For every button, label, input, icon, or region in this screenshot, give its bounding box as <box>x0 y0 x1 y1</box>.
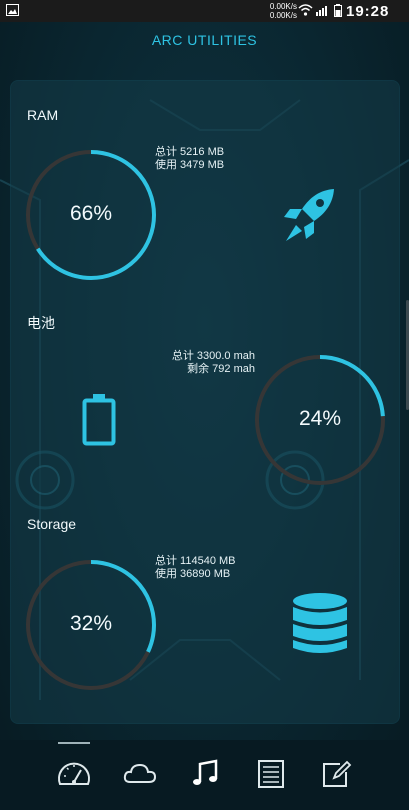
ram-percent: 66% <box>69 202 113 225</box>
battery-status-icon <box>334 4 342 17</box>
download-speed: 0.00K/s <box>269 11 297 20</box>
clock: 19:28 <box>346 3 390 20</box>
battery-percent: 24% <box>298 407 342 430</box>
status-bar: 0.00K/s 0.00K/s 19:28 <box>0 0 409 22</box>
storage-percent: 32% <box>69 612 113 635</box>
bottom-tab-bar <box>0 740 409 810</box>
ram-stats: 总计 5216 MB 使用 3479 MB <box>155 146 224 172</box>
storage-total: 总计 114540 MB <box>155 555 236 567</box>
edit-icon[interactable] <box>318 756 354 792</box>
active-tab-indicator <box>58 742 90 744</box>
network-speed: 0.00K/s 0.00K/s <box>255 2 297 20</box>
signal-icon <box>316 6 327 16</box>
ram-total: 总计 5216 MB <box>155 146 225 158</box>
speedometer-icon[interactable] <box>56 756 92 792</box>
battery-label: 电池 <box>27 315 55 331</box>
image-icon <box>6 4 19 16</box>
battery-gauge: 24% <box>255 355 385 485</box>
storage-stats: 总计 114540 MB 使用 36890 MB <box>155 555 236 581</box>
database-icon[interactable] <box>292 592 348 656</box>
ram-label: RAM <box>27 107 59 123</box>
battery-remaining: 剩余 792 mah <box>187 363 255 375</box>
ram-gauge: 66% <box>26 150 156 280</box>
rocket-icon[interactable] <box>282 187 337 245</box>
ram-used: 使用 3479 MB <box>155 159 225 171</box>
storage-label: Storage <box>27 516 77 532</box>
battery-icon[interactable] <box>82 393 116 446</box>
upload-speed: 0.00K/s <box>269 2 297 11</box>
wifi-icon <box>298 4 313 16</box>
cloud-icon[interactable] <box>122 756 158 792</box>
news-icon[interactable] <box>253 756 289 792</box>
storage-gauge: 32% <box>26 560 156 690</box>
app-title: ARC UTILITIES <box>151 32 258 48</box>
music-icon[interactable] <box>188 756 224 792</box>
battery-stats: 总计 3300.0 mah 剩余 792 mah <box>160 350 255 376</box>
battery-total: 总计 3300.0 mah <box>171 350 255 362</box>
storage-used: 使用 36890 MB <box>155 568 231 580</box>
